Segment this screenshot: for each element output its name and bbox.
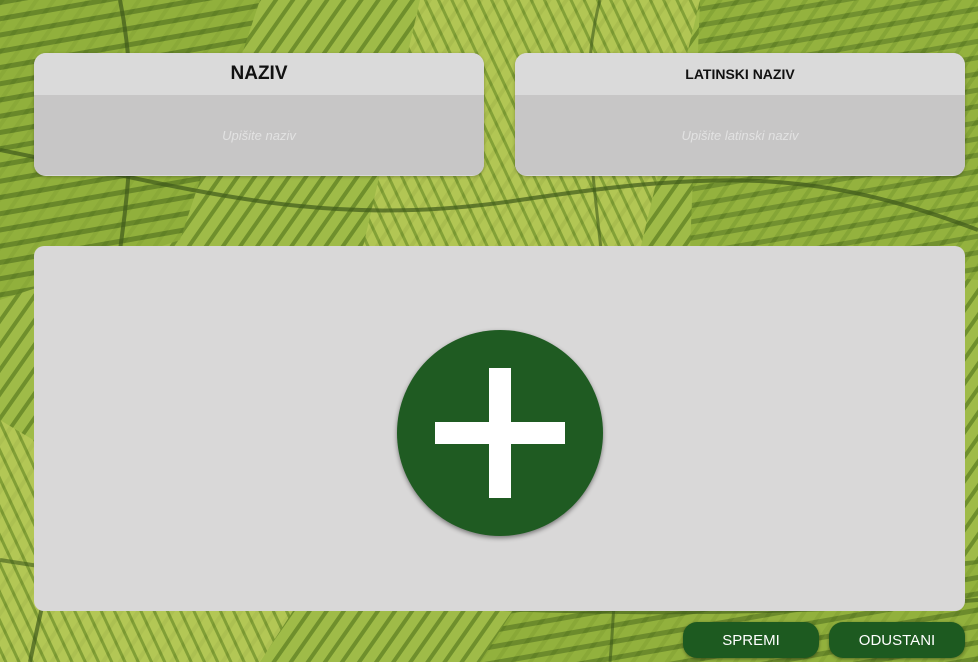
screen: NAZIV LATINSKI NAZIV SPREMI ODUSTANI (0, 0, 978, 662)
cancel-button[interactable]: ODUSTANI (829, 622, 965, 658)
latin-name-card: LATINSKI NAZIV (515, 53, 965, 176)
latin-name-header: LATINSKI NAZIV (515, 53, 965, 95)
image-upload-area[interactable] (34, 246, 965, 611)
add-image-button[interactable] (397, 330, 603, 536)
save-button[interactable]: SPREMI (683, 622, 819, 658)
name-header: NAZIV (34, 53, 484, 95)
name-input[interactable] (34, 95, 484, 175)
latin-name-input[interactable] (515, 95, 965, 175)
name-card: NAZIV (34, 53, 484, 176)
plus-icon-bar (435, 422, 565, 444)
